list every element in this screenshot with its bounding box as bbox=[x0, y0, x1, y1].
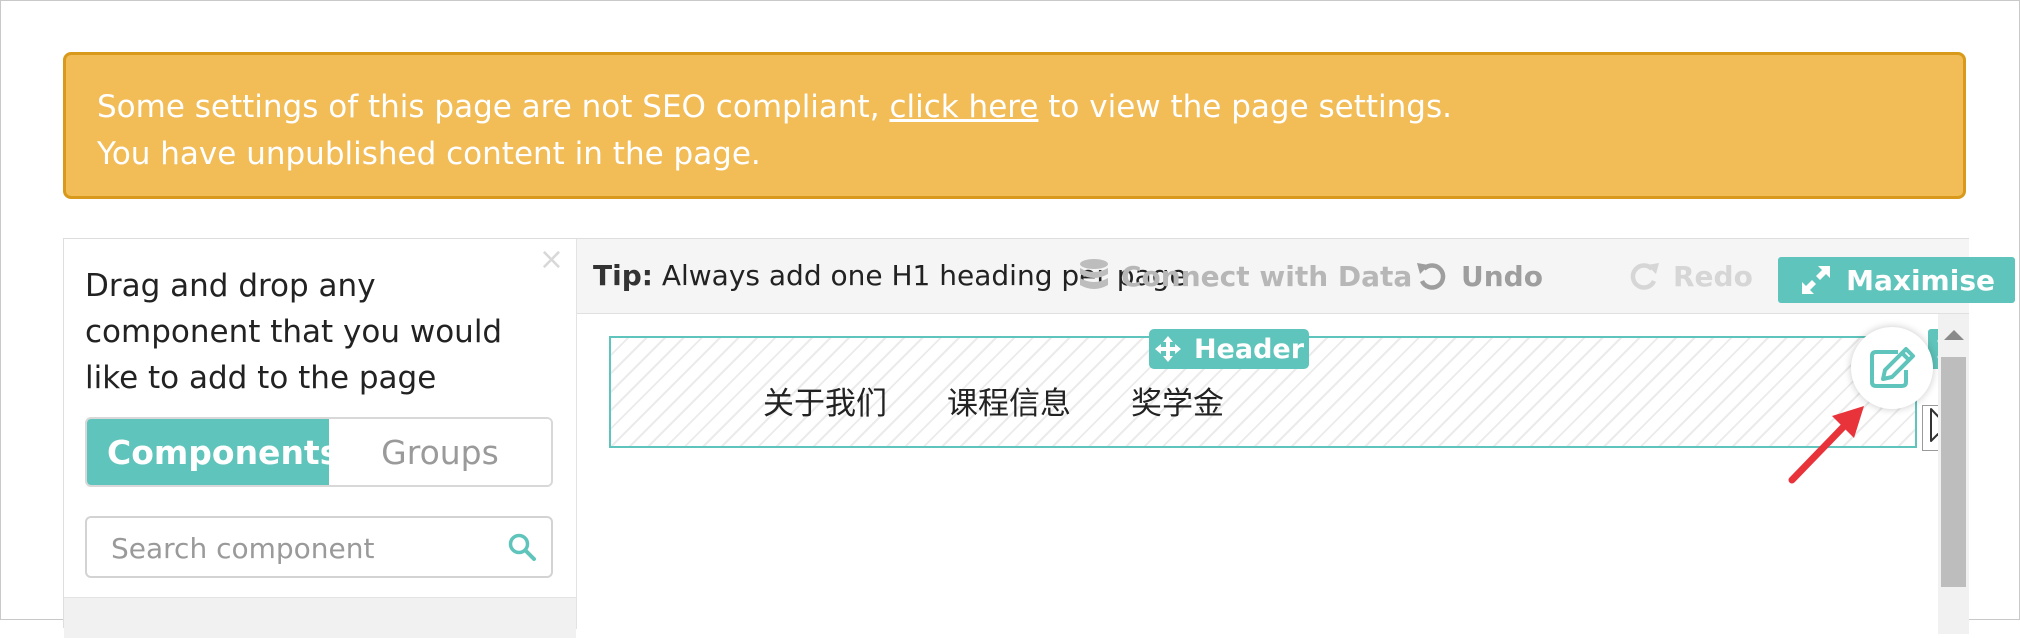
page-settings-link[interactable]: click here bbox=[889, 89, 1038, 125]
scroll-thumb[interactable] bbox=[1941, 357, 1966, 587]
scroll-up-icon[interactable] bbox=[1944, 330, 1964, 340]
banner-line-2: You have unpublished content in the page… bbox=[97, 136, 761, 172]
nav-item-scholarship[interactable]: 奖学金 bbox=[1131, 378, 1224, 423]
page-canvas: 关于我们 课程信息 奖学金 Header bbox=[577, 314, 1969, 634]
banner-line-1: Some settings of this page are not SEO c… bbox=[97, 89, 1452, 125]
edit-component-button[interactable] bbox=[1851, 327, 1933, 409]
close-panel-icon[interactable]: × bbox=[539, 245, 564, 275]
header-nav: 关于我们 课程信息 奖学金 bbox=[763, 378, 1224, 423]
page-editor: × Drag and drop any component that you w… bbox=[63, 238, 2015, 638]
panel-description: Drag and drop any component that you wou… bbox=[85, 268, 503, 396]
arrow-annotation bbox=[1788, 406, 1864, 484]
maximise-button[interactable]: Maximise bbox=[1778, 257, 2015, 303]
undo-icon bbox=[1417, 263, 1446, 290]
canvas-scrollbar[interactable] bbox=[1938, 314, 1969, 634]
connect-with-data-button[interactable]: Connect with Data bbox=[1079, 253, 1412, 299]
database-icon bbox=[1080, 259, 1108, 289]
tab-groups[interactable]: Groups bbox=[329, 419, 551, 485]
search-component-box bbox=[85, 516, 553, 578]
panel-tabs: Components Groups bbox=[85, 417, 553, 487]
redo-icon bbox=[1630, 263, 1659, 290]
edit-icon bbox=[1870, 347, 1915, 388]
nav-item-courses[interactable]: 课程信息 bbox=[947, 378, 1071, 423]
search-icon[interactable] bbox=[507, 532, 537, 562]
panel-list-area bbox=[64, 597, 576, 638]
nav-item-about[interactable]: 关于我们 bbox=[763, 378, 887, 423]
seo-warning-banner: Some settings of this page are not SEO c… bbox=[63, 52, 1966, 199]
redo-button[interactable]: Redo bbox=[1627, 253, 1753, 299]
tab-components[interactable]: Components bbox=[87, 419, 329, 485]
editor-toolbar: Tip: Always add one H1 heading per page … bbox=[577, 239, 2015, 314]
expand-icon bbox=[1802, 266, 1830, 294]
search-component-input[interactable] bbox=[109, 518, 493, 578]
move-icon bbox=[1154, 336, 1181, 362]
components-panel: × Drag and drop any component that you w… bbox=[64, 239, 578, 638]
undo-button[interactable]: Undo bbox=[1415, 253, 1543, 299]
header-component-tag[interactable]: Header bbox=[1149, 329, 1309, 369]
